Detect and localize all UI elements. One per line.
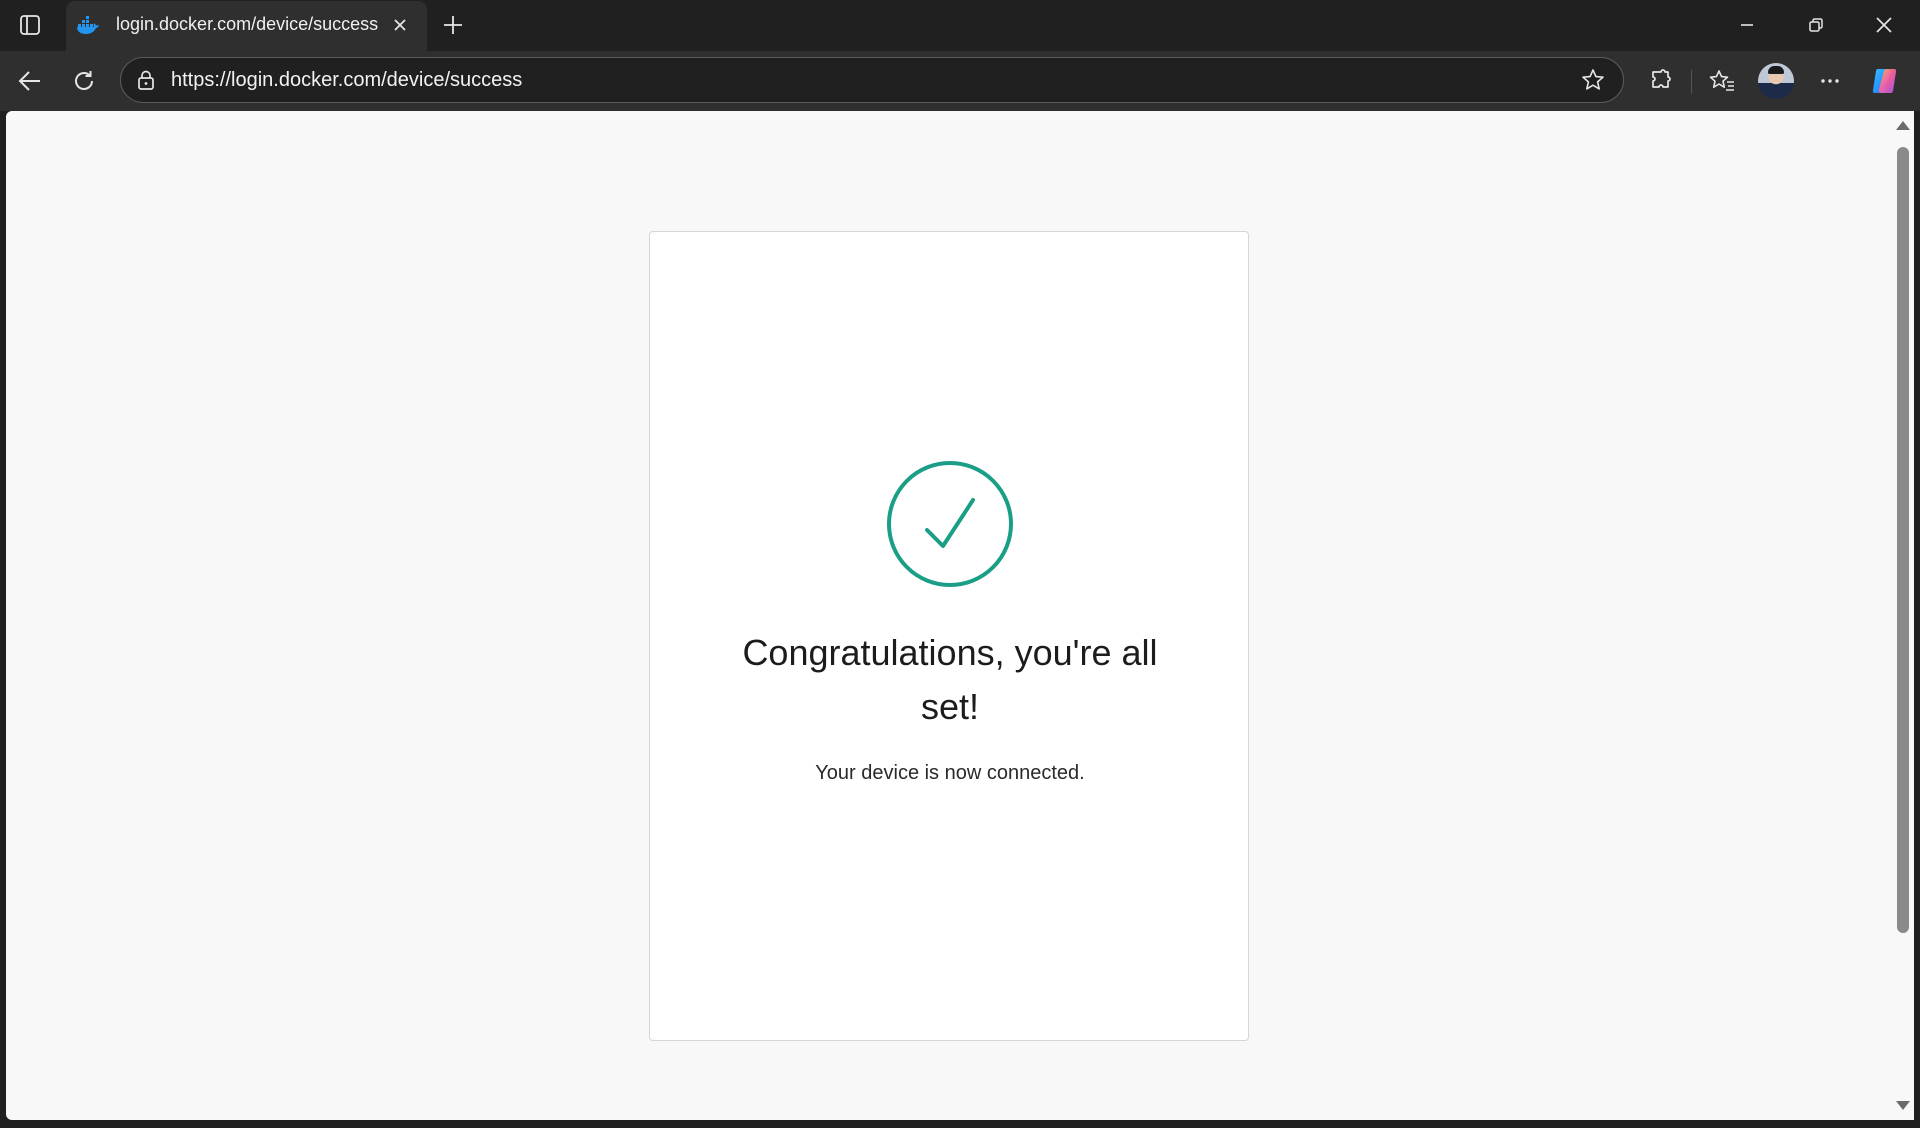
success-card: Congratulations, you're all set! Your de… — [649, 231, 1249, 1041]
lock-icon[interactable] — [135, 69, 157, 91]
refresh-icon — [75, 71, 93, 90]
new-tab-button[interactable] — [436, 8, 470, 42]
tab-actions-icon[interactable] — [12, 10, 48, 40]
favorites-button[interactable] — [1702, 61, 1742, 101]
vertical-scrollbar[interactable] — [1892, 111, 1914, 1120]
more-menu-button[interactable] — [1810, 61, 1850, 101]
scroll-down-arrow-icon[interactable] — [1896, 1101, 1910, 1110]
restore-button[interactable] — [1794, 6, 1838, 44]
success-check-icon — [886, 460, 1014, 588]
copilot-icon — [1872, 69, 1897, 93]
tab-title: login.docker.com/device/success — [116, 14, 379, 34]
favorites-icon — [1709, 70, 1734, 91]
address-bar[interactable]: https://login.docker.com/device/success — [120, 57, 1624, 103]
more-icon — [1821, 79, 1839, 83]
back-button[interactable] — [10, 61, 50, 101]
restore-icon — [1809, 18, 1823, 32]
plus-icon — [444, 16, 462, 34]
docker-whale-icon — [76, 14, 100, 36]
success-headline: Congratulations, you're all set! — [742, 632, 1158, 727]
back-arrow-icon — [18, 71, 40, 91]
copilot-button[interactable] — [1866, 61, 1906, 101]
scrollbar-thumb[interactable] — [1897, 147, 1909, 933]
minimize-icon — [1741, 24, 1753, 26]
active-tab[interactable]: login.docker.com/device/success — [66, 1, 427, 51]
extensions-button[interactable] — [1641, 61, 1681, 101]
page-viewport: Congratulations, you're all set! Your de… — [6, 111, 1892, 1120]
refresh-button[interactable] — [64, 61, 104, 101]
puzzle-icon — [1652, 69, 1671, 88]
star-icon[interactable] — [1580, 67, 1606, 93]
close-window-button[interactable] — [1862, 6, 1906, 44]
url-text[interactable]: https://login.docker.com/device/success — [171, 69, 522, 92]
success-subtext: Your device is now connected. — [815, 762, 1085, 784]
toolbar-divider — [1691, 70, 1692, 94]
scroll-up-arrow-icon[interactable] — [1896, 121, 1910, 130]
close-icon — [1876, 17, 1892, 33]
avatar — [1758, 63, 1794, 99]
browser-toolbar: https://login.docker.com/device/success — [0, 51, 1920, 111]
profile-button[interactable] — [1756, 61, 1796, 101]
minimize-button[interactable] — [1725, 6, 1769, 44]
tab-close-icon[interactable] — [386, 11, 414, 39]
tab-strip: login.docker.com/device/success — [0, 0, 1920, 51]
